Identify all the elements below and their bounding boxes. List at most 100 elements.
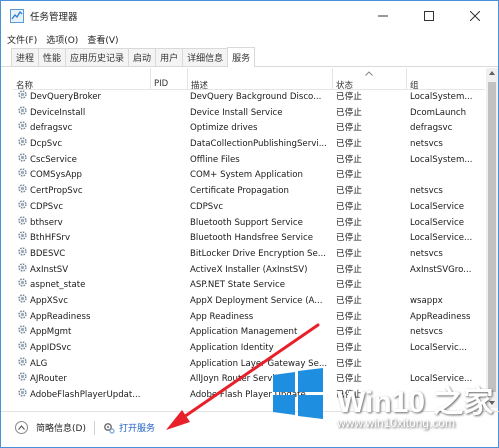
service-name: DcpSvc: [30, 139, 63, 150]
scroll-up-icon[interactable]: [489, 71, 495, 75]
table-row[interactable]: AppReadiness App Readiness 已停止 AppReadiness: [13, 309, 485, 326]
gear-icon: [17, 341, 28, 357]
tab-performance[interactable]: 性能: [38, 48, 67, 66]
gear-icon: [17, 309, 28, 326]
open-services-label: 打开服务: [118, 424, 155, 434]
table-row[interactable]: COMSysApp COM+ System Application 已停止: [13, 168, 485, 184]
gear-icon: [17, 325, 28, 341]
table-row[interactable]: BthHFSrv Bluetooth Handsfree Service 已停止 Lo…: [13, 231, 485, 247]
table-row[interactable]: CertPropSvc Certificate Propagation 已停止 net…: [13, 184, 485, 200]
tab-users[interactable]: 用户: [155, 48, 184, 66]
service-name: AppIDSvc: [30, 343, 72, 353]
services-table: 名称 PID 描述 状态 组 DevQueryBroker DevQuery Ba…: [13, 68, 485, 408]
service-name: DeviceInstall: [30, 107, 86, 118]
service-name-cell: ALG: [17, 356, 151, 373]
tab-details[interactable]: 详细信息: [182, 48, 229, 66]
vertical-scrollbar[interactable]: [486, 68, 498, 408]
service-name-cell: defragsvc: [17, 121, 151, 137]
service-name-cell: COMSysApp: [17, 168, 151, 184]
menu-options[interactable]: 选项(O): [46, 33, 78, 46]
table-row[interactable]: BDESVC BitLocker Drive Encryption Se... 已停…: [13, 247, 485, 263]
service-name: AdobeFlashPlayerUpdat...: [30, 390, 141, 401]
minimize-button[interactable]: [360, 1, 406, 31]
title-bar[interactable]: 任务管理器: [1, 1, 498, 31]
service-name: AppMgmt: [30, 327, 72, 338]
service-name-cell: DeviceInstall: [17, 105, 151, 122]
gear-icon: [17, 231, 28, 247]
column-header-description[interactable]: 描述: [187, 68, 332, 91]
service-group: LocalService...: [410, 233, 473, 244]
service-status: 已停止: [336, 154, 362, 165]
open-services-link[interactable]: 打开服务: [103, 421, 155, 434]
table-row[interactable]: DeviceInstall Device Install Service 已停止 Dc…: [13, 105, 485, 122]
service-status: 已停止: [336, 107, 362, 118]
table-row[interactable]: AppIDSvc Application Identity 已停止 LocalServ…: [13, 341, 485, 357]
service-description: COM+ System Application: [190, 170, 303, 181]
table-row[interactable]: bthserv Bluetooth Support Service 已停止 Local…: [13, 215, 485, 232]
sort-ascending-icon: [365, 71, 373, 76]
service-name-cell: AppMgmt: [17, 325, 151, 341]
service-status: 已停止: [336, 327, 362, 338]
tab-processes[interactable]: 进程: [11, 48, 40, 66]
table-row[interactable]: CscService Offline Files 已停止 LocalSystem...: [13, 153, 485, 169]
maximize-button[interactable]: [406, 1, 452, 31]
service-name-cell: CertPropSvc: [17, 184, 151, 200]
minimize-icon: [378, 15, 388, 17]
service-status: 已停止: [336, 123, 362, 134]
gear-icon: [17, 184, 28, 200]
service-status: 已停止: [336, 264, 362, 275]
gear-icon: [17, 168, 28, 184]
services-icon: [104, 422, 115, 434]
table-row[interactable]: AxInstSV ActiveX Installer (AxInstSV) 已停止 A…: [13, 262, 485, 279]
footer-divider: [93, 420, 95, 435]
close-icon: [470, 11, 480, 21]
service-description: Offline Files: [190, 154, 240, 165]
service-description: App Readiness: [190, 311, 254, 322]
column-header-pid[interactable]: PID: [150, 68, 187, 90]
service-group: AxInstSVGro...: [410, 264, 472, 275]
menu-view[interactable]: 查看(V): [87, 33, 118, 46]
column-header-name[interactable]: 名称: [13, 68, 150, 91]
menu-file[interactable]: 文件(F): [7, 33, 37, 46]
table-row[interactable]: AppMgmt Application Management 已停止 netsvcs: [13, 325, 485, 341]
tab-startup[interactable]: 启动: [128, 48, 157, 66]
table-row[interactable]: DevQueryBroker DevQuery Background Disco.…: [13, 90, 485, 106]
tab-app-history[interactable]: 应用历史记录: [65, 48, 130, 66]
service-name-cell: AxInstSV: [17, 262, 151, 279]
service-status: 已停止: [336, 92, 362, 102]
fewer-details-button[interactable]: 简略信息(D): [15, 421, 86, 434]
fewer-details-label: 简略信息(D): [36, 424, 86, 434]
service-name-cell: AppIDSvc: [17, 341, 151, 357]
service-description: Bluetooth Handsfree Service: [190, 233, 313, 244]
service-name-cell: bthserv: [17, 215, 151, 232]
gear-icon: [17, 105, 28, 122]
service-name-cell: BthHFSrv: [17, 231, 151, 247]
table-row[interactable]: DcpSvc DataCollectionPublishingServi... 已停…: [13, 137, 485, 153]
watermark-title: Win10 之家: [337, 386, 494, 419]
table-row[interactable]: AppXSvc AppX Deployment Service (A... 已停止 w…: [13, 294, 485, 310]
service-group: wsappx: [410, 295, 443, 306]
service-description: BitLocker Drive Encryption Se...: [190, 248, 326, 259]
table-row[interactable]: CDPSvc CDPSvc 已停止 LocalService: [13, 200, 485, 216]
service-name: ALG: [30, 358, 48, 369]
service-name: CertPropSvc: [30, 186, 83, 197]
service-name-cell: AppReadiness: [17, 309, 151, 326]
gear-icon: [17, 262, 28, 279]
service-status: 已停止: [336, 311, 362, 322]
table-row[interactable]: aspnet_state ASP.NET State Service 已停止: [13, 278, 485, 294]
service-name-cell: CDPSvc: [17, 200, 151, 216]
service-status: 已停止: [336, 201, 362, 212]
gear-icon: [17, 200, 28, 216]
service-group: [410, 168, 480, 184]
gear-icon: [17, 372, 28, 388]
service-description: Application Management: [190, 327, 298, 338]
gear-icon: [17, 215, 28, 232]
scrollbar-thumb[interactable]: [488, 82, 496, 392]
service-group: LocalSystem...: [410, 154, 473, 165]
tab-services[interactable]: 服务: [227, 47, 256, 67]
close-button[interactable]: [452, 1, 498, 31]
service-name: BthHFSrv: [30, 233, 71, 244]
column-header-group[interactable]: 组: [406, 68, 485, 91]
table-row[interactable]: defragsvc Optimize drives 已停止 defragsvc: [13, 121, 485, 137]
service-status: 已停止: [336, 233, 362, 244]
